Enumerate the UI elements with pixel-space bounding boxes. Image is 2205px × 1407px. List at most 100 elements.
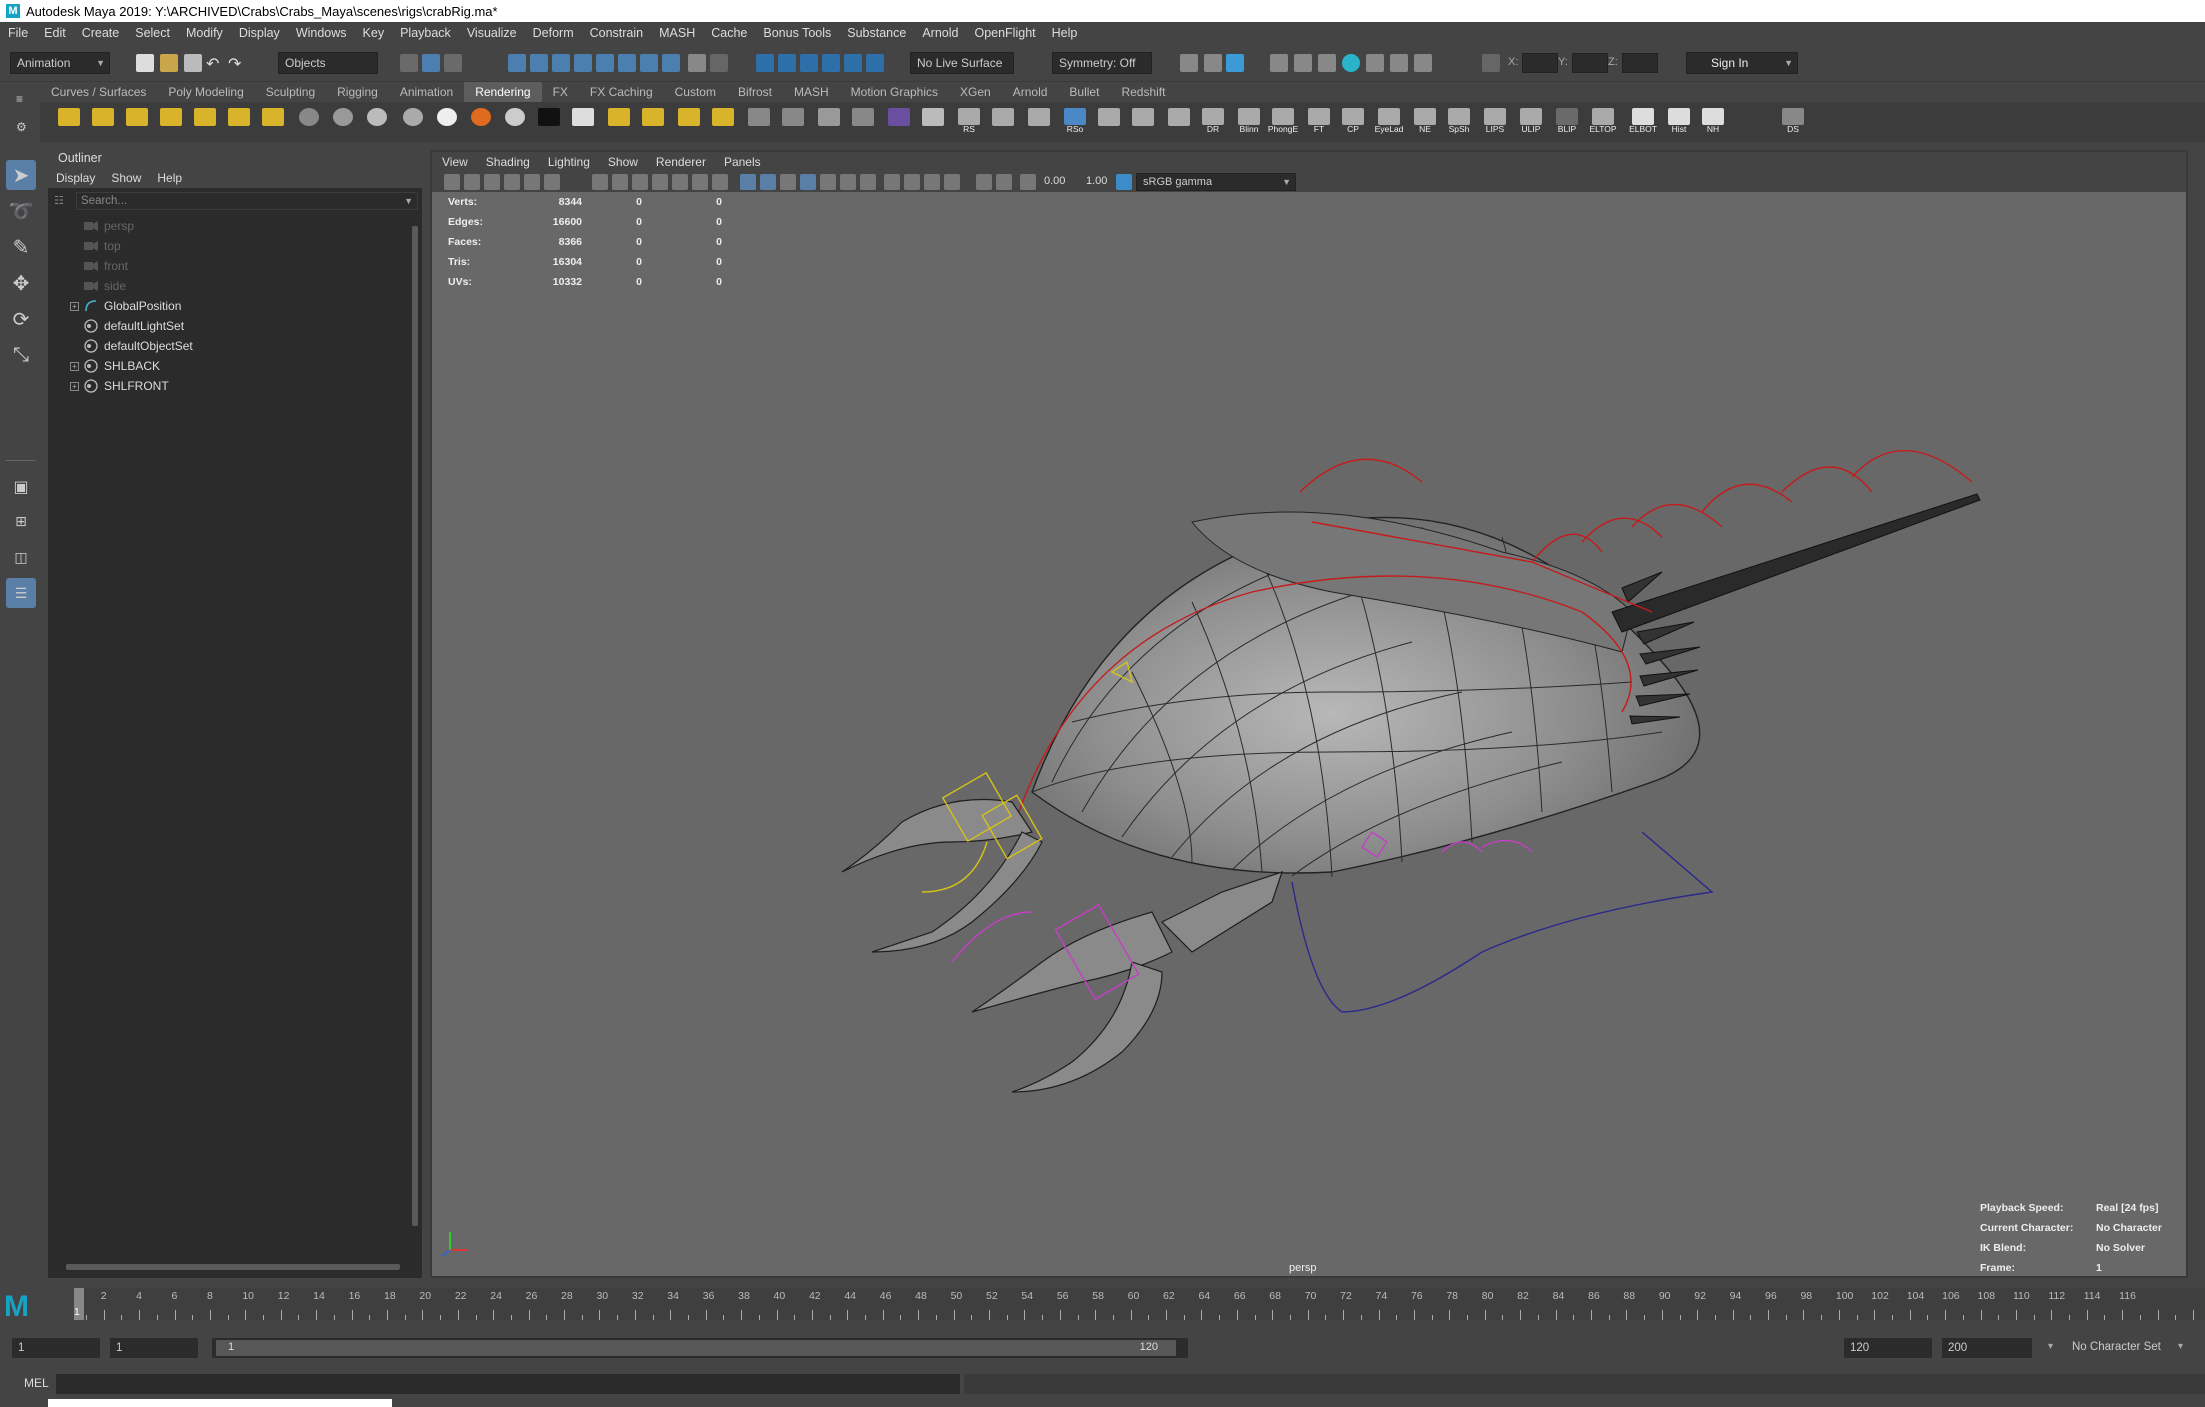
time-slider-track[interactable]: 1 2 4 6 8 10 12 14 16 18 20 22 24 26 28 30 32 34 36 38 40 42…	[74, 1288, 2205, 1320]
shelf-tool-1-icon[interactable]	[56, 108, 82, 134]
menu-playback[interactable]: Playback	[400, 26, 451, 40]
2d-pan-icon[interactable]	[524, 174, 540, 190]
wireframe-icon[interactable]	[740, 174, 756, 190]
expand-icon[interactable]: +	[70, 361, 79, 371]
playback-end-field[interactable]: 120	[1844, 1338, 1932, 1358]
sidebar-toggle-icon[interactable]	[1226, 54, 1244, 72]
select-object-icon[interactable]	[422, 54, 440, 72]
shelf-tool-39-icon[interactable]: EyeLad	[1375, 108, 1403, 134]
shelf-tool-42-icon[interactable]: LIPS	[1482, 108, 1508, 134]
outliner-menu-display[interactable]: Display	[56, 171, 95, 185]
scale-tool-icon[interactable]: ⤡	[6, 340, 36, 370]
redo-icon[interactable]: ↷	[228, 54, 246, 73]
ambient-occlusion-icon[interactable]	[904, 174, 920, 190]
shelf-tool-8-icon[interactable]	[296, 108, 322, 134]
safe-action-icon[interactable]	[692, 174, 708, 190]
snap-grid-icon[interactable]	[508, 54, 526, 72]
film-gate-icon[interactable]	[612, 174, 628, 190]
viewport-menu-panels[interactable]: Panels	[724, 155, 761, 169]
shelf-tool-45-icon[interactable]: ELTOP	[1589, 108, 1617, 134]
command-language-label[interactable]: MEL	[24, 1376, 49, 1390]
menuset-dropdown[interactable]: Animation ▼	[10, 52, 110, 74]
outliner-item-front[interactable]: front	[48, 256, 408, 276]
viewport-menu-renderer[interactable]: Renderer	[656, 155, 706, 169]
hypershade-icon[interactable]	[822, 54, 840, 72]
snap-view-plane-icon[interactable]	[574, 54, 592, 72]
shelf-tool-41-icon[interactable]: SpSh	[1446, 108, 1472, 134]
shelf-gear-icon[interactable]: ⚙	[16, 120, 27, 134]
layout-icon[interactable]	[1294, 54, 1312, 72]
exposure-icon[interactable]	[1020, 174, 1036, 190]
outliner-item-top[interactable]: top	[48, 236, 408, 256]
outliner-item-defaultobjectset[interactable]: defaultObjectSet	[48, 336, 408, 356]
shelf-tool-34-icon[interactable]: DR	[1200, 108, 1226, 134]
outliner-search-input[interactable]: Search... ▼	[76, 192, 418, 210]
input-output-icon[interactable]	[710, 54, 728, 72]
menu-modify[interactable]: Modify	[186, 26, 223, 40]
menu-key[interactable]: Key	[363, 26, 385, 40]
shelf-tab-fx[interactable]: FX	[542, 82, 579, 102]
x-field[interactable]	[1522, 53, 1558, 73]
symmetry-dropdown[interactable]: Symmetry: Off	[1052, 52, 1152, 74]
light-editor-icon[interactable]	[866, 54, 884, 72]
shelf-tool-6-icon[interactable]	[226, 108, 252, 134]
snap-point-icon[interactable]	[552, 54, 570, 72]
shelf-tool-35-icon[interactable]: Blinn	[1236, 108, 1262, 134]
shelf-tool-23-icon[interactable]	[816, 108, 842, 134]
playback-start-field[interactable]: 1	[110, 1338, 198, 1358]
lock-icon[interactable]	[688, 54, 706, 72]
outliner-menu-help[interactable]: Help	[157, 171, 182, 185]
shelf-tab-bifrost[interactable]: Bifrost	[727, 82, 783, 102]
snap-live-icon[interactable]	[596, 54, 614, 72]
shelf-tool-5-icon[interactable]	[192, 108, 218, 134]
live-surface-field[interactable]: No Live Surface	[910, 52, 1014, 74]
menu-openflight[interactable]: OpenFlight	[974, 26, 1035, 40]
animation-end-field[interactable]: 200	[1942, 1338, 2032, 1358]
shelf-tool-17-icon[interactable]	[606, 108, 632, 134]
shelf-tool-7-icon[interactable]	[260, 108, 286, 134]
shelf-tool-29-icon[interactable]	[1026, 108, 1052, 134]
shelf-tab-motion-graphics[interactable]: Motion Graphics	[840, 82, 949, 102]
menu-display[interactable]: Display	[239, 26, 280, 40]
snap-help-icon[interactable]	[662, 54, 680, 72]
undo-icon[interactable]: ↶	[206, 54, 224, 73]
shelf-tool-2-icon[interactable]	[90, 108, 116, 134]
shelf-tool-44-icon[interactable]: BLIP	[1554, 108, 1580, 134]
shelf-tab-rendering[interactable]: Rendering	[464, 82, 542, 102]
shelf-tool-32-icon[interactable]	[1130, 108, 1156, 134]
shelf-tool-26-icon[interactable]	[920, 108, 946, 134]
shelf-tab-animation[interactable]: Animation	[389, 82, 464, 102]
gamma-value[interactable]: 1.00	[1086, 175, 1107, 187]
menu-cache[interactable]: Cache	[711, 26, 747, 40]
outliner-horizontal-scrollbar[interactable]	[56, 1262, 408, 1272]
menu-visualize[interactable]: Visualize	[467, 26, 517, 40]
shelf-tool-4-icon[interactable]	[158, 108, 184, 134]
smooth-shade-icon[interactable]	[760, 174, 776, 190]
shelf-tool-22-icon[interactable]	[780, 108, 806, 134]
color-space-dropdown[interactable]: sRGB gamma ▼	[1136, 173, 1296, 191]
y-field[interactable]	[1572, 53, 1608, 73]
selection-mode-dropdown[interactable]: Objects	[278, 52, 378, 74]
shelf-tool-21-icon[interactable]	[746, 108, 772, 134]
outliner-item-shlback[interactable]: + SHLBACK	[48, 356, 408, 376]
command-input[interactable]	[56, 1374, 960, 1394]
outliner-layout-icon[interactable]: ☰	[6, 578, 36, 608]
shelf-tool-3-icon[interactable]	[124, 108, 150, 134]
shelf-tool-15-icon[interactable]	[536, 108, 562, 134]
shelf-tool-40-icon[interactable]: NE	[1412, 108, 1438, 134]
textured-icon[interactable]	[820, 174, 836, 190]
outliner-item-side[interactable]: side	[48, 276, 408, 296]
open-scene-icon[interactable]	[160, 54, 178, 72]
render-frame-icon[interactable]	[756, 54, 774, 72]
range-slider-track[interactable]: 1 120	[212, 1338, 1188, 1358]
grease-pencil-icon[interactable]	[544, 174, 560, 190]
move-tool-icon[interactable]: ✥	[6, 268, 36, 298]
single-perspective-view-icon[interactable]: ▣	[6, 472, 36, 502]
select-tool-icon[interactable]: ➤	[6, 160, 36, 190]
two-panel-icon[interactable]	[1204, 54, 1222, 72]
shelf-tool-11-icon[interactable]	[400, 108, 426, 134]
image-plane-icon[interactable]	[504, 174, 520, 190]
shadows-icon[interactable]	[860, 174, 876, 190]
render-sequence-icon[interactable]	[1390, 54, 1408, 72]
make-live-icon[interactable]	[618, 54, 636, 72]
